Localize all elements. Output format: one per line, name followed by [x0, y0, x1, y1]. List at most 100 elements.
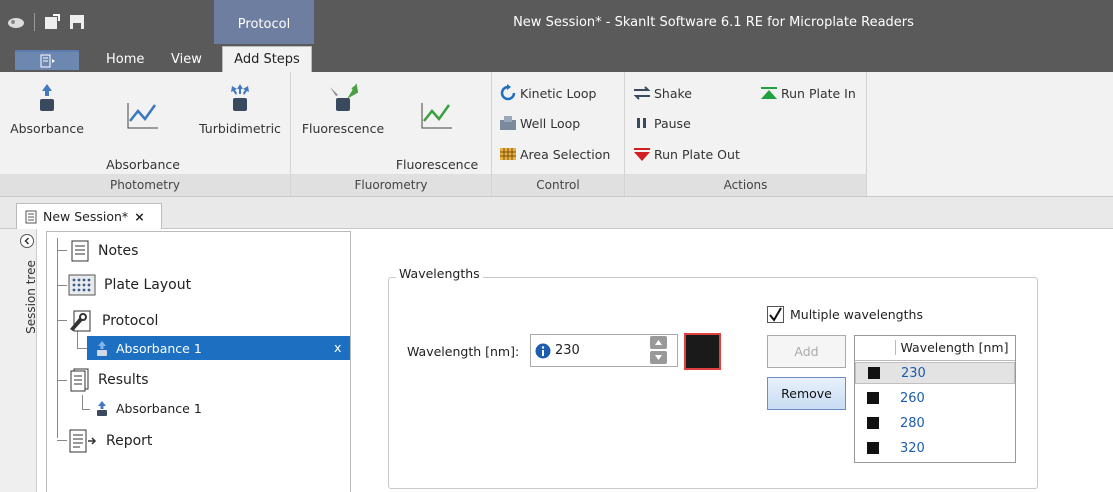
- run-plate-in-icon: [761, 87, 777, 99]
- column-header[interactable]: Wavelength [nm]: [895, 340, 1013, 355]
- tree-item-results-absorbance-1[interactable]: Absorbance 1: [96, 400, 202, 416]
- ribbon: Absorbance Absorbance Spectrum Turbidime…: [0, 72, 1113, 197]
- kinetic-loop-icon: [500, 84, 516, 101]
- list-item[interactable]: 230: [855, 362, 1015, 384]
- document-tab-bar: [0, 197, 1113, 229]
- tab-home[interactable]: Home: [106, 47, 144, 72]
- group-control: Kinetic Loop Well Loop Area Selection Co…: [492, 72, 625, 196]
- area-selection-icon: [500, 148, 516, 160]
- app-logo-icon[interactable]: [6, 14, 26, 30]
- tree-line: [57, 380, 67, 381]
- tree-line: [82, 395, 83, 409]
- open-icon[interactable]: [43, 13, 61, 31]
- session-tree-label[interactable]: Session tree: [24, 242, 38, 352]
- report-icon: [69, 429, 97, 453]
- absorbance-icon: [40, 84, 54, 111]
- context-tab-label: Protocol: [237, 17, 291, 32]
- tree-label: Notes: [98, 243, 139, 259]
- list-item[interactable]: 280: [855, 412, 1015, 434]
- well-loop-label: Well Loop: [520, 115, 581, 131]
- absorbance-button[interactable]: Absorbance: [4, 76, 90, 138]
- fluorescence-button[interactable]: Fluorescence: [297, 76, 389, 138]
- tree-item-absorbance-1[interactable]: Absorbance 1: [96, 340, 202, 356]
- save-icon[interactable]: [69, 14, 85, 30]
- wavelengths-legend: Wavelengths: [396, 266, 483, 281]
- context-tab-protocol[interactable]: Protocol: [214, 0, 314, 44]
- group-actions: Shake Pause Run Plate Out Run Plate In A…: [625, 72, 867, 196]
- list-item-value: 320: [900, 440, 925, 456]
- tree-label: Protocol: [102, 313, 159, 329]
- tree-item-results[interactable]: Results: [70, 368, 149, 392]
- window-title: New Session* - SkanIt Software 6.1 RE fo…: [513, 15, 914, 30]
- turbidimetric-button[interactable]: Turbidimetric: [194, 76, 286, 138]
- list-item[interactable]: 260: [855, 387, 1015, 409]
- plate-layout-icon: [68, 274, 96, 296]
- tree-label: Absorbance 1: [116, 400, 202, 416]
- group-label-photometry: Photometry: [0, 174, 290, 196]
- tree-line: [57, 320, 67, 321]
- doc-tab-new-session[interactable]: New Session* ×: [16, 203, 162, 229]
- tree-line: [57, 250, 67, 251]
- run-plate-out-icon: [634, 148, 650, 161]
- well-loop-button[interactable]: Well Loop: [499, 112, 580, 134]
- info-icon: [535, 343, 551, 359]
- group-photometry: Absorbance Absorbance Spectrum Turbidime…: [0, 72, 291, 196]
- tab-add-steps[interactable]: Add Steps: [222, 46, 312, 73]
- group-label-fluorometry: Fluorometry: [291, 174, 491, 196]
- fluorescence-spectrum-icon: [421, 103, 452, 129]
- remove-button[interactable]: Remove: [767, 377, 846, 410]
- doc-tab-close-icon[interactable]: ×: [134, 209, 144, 224]
- tree-item-notes[interactable]: Notes: [70, 240, 138, 262]
- pause-label: Pause: [654, 115, 691, 131]
- shake-button[interactable]: Shake: [633, 82, 692, 104]
- kinetic-loop-button[interactable]: Kinetic Loop: [499, 82, 596, 104]
- well-loop-icon: [500, 116, 516, 130]
- ribbon-tab-row: [0, 44, 1113, 72]
- list-item-value: 280: [900, 415, 925, 431]
- pause-icon: [637, 118, 646, 128]
- tab-view[interactable]: View: [171, 47, 202, 72]
- run-plate-out-label: Run Plate Out: [654, 146, 740, 162]
- menu-icon: [40, 54, 55, 68]
- color-swatch: [867, 417, 879, 429]
- multiple-wavelengths-checkbox[interactable]: [767, 306, 784, 323]
- absorbance-icon: [97, 341, 107, 356]
- fluorescence-icon: [330, 83, 358, 111]
- tree-label: Plate Layout: [104, 277, 192, 293]
- add-button[interactable]: Add: [767, 335, 846, 368]
- run-plate-out-button[interactable]: Run Plate Out: [633, 143, 740, 165]
- spinner-arrows-icon: [650, 336, 667, 364]
- color-swatch: [868, 367, 880, 379]
- tree-label: Results: [98, 372, 149, 388]
- wavelength-spinner[interactable]: [650, 336, 667, 364]
- results-icon: [70, 368, 89, 392]
- tree-item-protocol[interactable]: Protocol: [68, 309, 158, 333]
- area-selection-button[interactable]: Area Selection: [499, 143, 610, 165]
- multiple-wavelengths-label[interactable]: Multiple wavelengths: [790, 307, 923, 322]
- absorbance-label: Absorbance: [10, 121, 84, 136]
- remove-step-icon[interactable]: x: [334, 340, 341, 355]
- turbidimetric-label: Turbidimetric: [199, 121, 281, 136]
- quick-access-toolbar: [6, 10, 85, 34]
- pause-button[interactable]: Pause: [633, 112, 691, 134]
- wavelength-label: Wavelength [nm]:: [407, 344, 520, 359]
- list-item-value: 230: [901, 365, 926, 381]
- kinetic-loop-label: Kinetic Loop: [520, 85, 597, 101]
- tree-item-plate-layout[interactable]: Plate Layout: [68, 274, 191, 296]
- tree-line: [77, 348, 87, 349]
- color-swatch: [867, 392, 879, 404]
- wavelength-color-swatch[interactable]: [684, 333, 721, 370]
- group-fluorometry: Fluorescence Fluorescence Spectrum Fluor…: [291, 72, 492, 196]
- protocol-icon: [70, 310, 91, 332]
- list-item[interactable]: 320: [855, 437, 1015, 459]
- document-icon: [25, 210, 37, 223]
- tree-item-report[interactable]: Report: [68, 429, 152, 453]
- group-label-control: Control: [492, 174, 624, 196]
- run-plate-in-label: Run Plate In: [781, 85, 856, 101]
- run-plate-in-button[interactable]: Run Plate In: [760, 82, 856, 104]
- doc-tab-label: New Session*: [43, 209, 129, 224]
- checkmark-icon: [769, 307, 782, 322]
- shake-label: Shake: [654, 85, 693, 101]
- file-menu-button[interactable]: [15, 50, 79, 70]
- fluorescence-label: Fluorescence: [301, 121, 385, 136]
